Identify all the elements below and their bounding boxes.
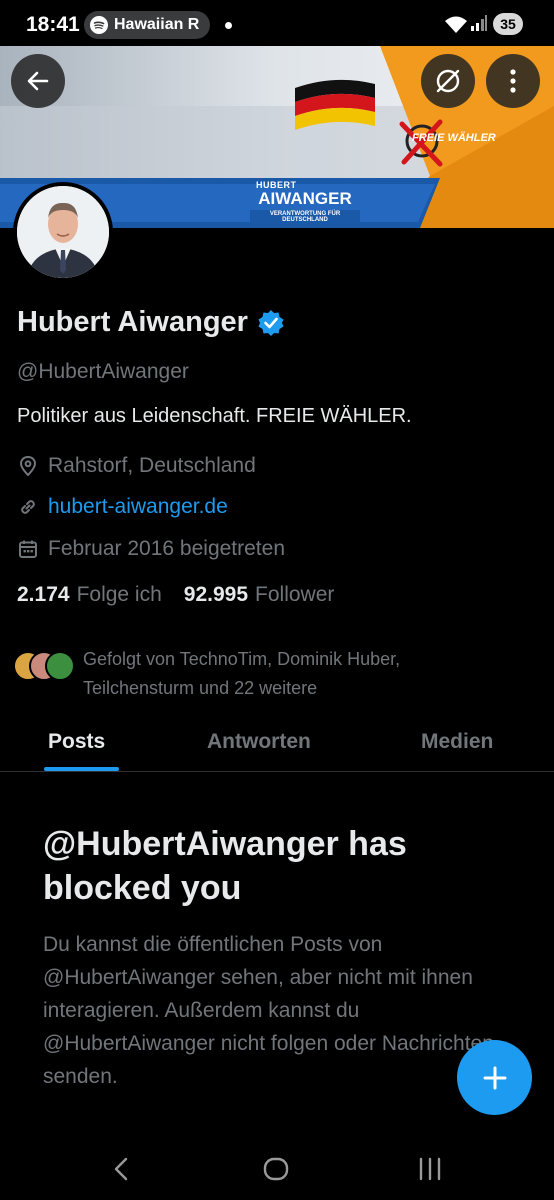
follower-avatar xyxy=(45,651,75,681)
grok-button[interactable] xyxy=(421,54,475,108)
followers-label: Follower xyxy=(255,583,335,606)
battery-indicator: 35 xyxy=(493,13,523,35)
profile-handle: @HubertAiwanger xyxy=(17,360,189,383)
website-link[interactable]: hubert-aiwanger.de xyxy=(48,495,228,519)
banner-party-logo: FREIE WÄHLER xyxy=(412,132,496,144)
status-bar: 18:41 Hawaiian R 35 xyxy=(0,0,554,46)
back-button[interactable] xyxy=(11,54,65,108)
followed-by-line: Gefolgt von TechnoTim, Dominik Huber, xyxy=(83,649,401,669)
profile-tabs: Posts Antworten Medien xyxy=(0,718,554,772)
verified-badge-icon[interactable] xyxy=(257,309,285,337)
following-label: Folge ich xyxy=(76,583,162,606)
calendar-icon xyxy=(19,540,37,558)
nav-recent-apps-icon[interactable] xyxy=(416,1155,444,1183)
signal-icon xyxy=(471,15,487,31)
profile-bio: Politiker aus Leidenschaft. FREIE WÄHLER… xyxy=(17,405,412,427)
location-text: Rahstorf, Deutschland xyxy=(48,454,256,477)
blocked-body: Du kannst die öffentlichen Posts von @Hu… xyxy=(43,933,494,1088)
avatar-photo xyxy=(17,186,109,278)
grok-icon xyxy=(436,69,460,93)
plus-icon xyxy=(483,1066,506,1089)
followed-by-section[interactable]: Gefolgt von TechnoTim, Dominik Huber, Te… xyxy=(13,645,533,703)
banner-tagline: VERANTWORTUNG FÜR DEUTSCHLAND xyxy=(250,210,360,224)
nav-home-icon[interactable] xyxy=(262,1155,290,1183)
profile-avatar[interactable] xyxy=(13,182,113,282)
banner-last-name: AIWANGER xyxy=(258,189,352,208)
media-title: Hawaiian R xyxy=(114,16,200,33)
compose-post-button[interactable] xyxy=(457,1040,532,1115)
blocked-title: @HubertAiwanger has blocked you xyxy=(43,825,407,907)
followed-by-text: Gefolgt von TechnoTim, Dominik Huber, Te… xyxy=(83,645,400,703)
tab-replies[interactable]: Antworten xyxy=(207,730,311,754)
link-icon xyxy=(21,500,35,514)
following-count: 2.174 xyxy=(17,583,70,606)
followed-by-avatars xyxy=(13,645,77,681)
profile-joined-date: Februar 2016 beigetreten xyxy=(17,537,285,561)
followers-stat[interactable]: 92.995 Follower xyxy=(184,583,335,607)
display-name: Hubert Aiwanger xyxy=(17,306,248,338)
followers-count: 92.995 xyxy=(183,583,249,606)
nav-back-icon[interactable] xyxy=(108,1155,136,1183)
system-nav-bar xyxy=(0,1130,554,1200)
spotify-icon xyxy=(90,16,108,34)
tab-media[interactable]: Medien xyxy=(421,730,493,754)
following-stat[interactable]: 2.174 Folge ich xyxy=(17,583,162,607)
profile-location: Rahstorf, Deutschland xyxy=(17,454,256,478)
tab-posts[interactable]: Posts xyxy=(48,730,105,754)
status-time: 18:41 xyxy=(26,13,80,36)
display-name-row: Hubert Aiwanger xyxy=(17,306,285,339)
more-options-button[interactable] xyxy=(486,54,540,108)
follow-stats: 2.174 Folge ich 92.995 Follower xyxy=(17,583,356,607)
joined-text: Februar 2016 beigetreten xyxy=(48,537,285,560)
location-pin-icon xyxy=(19,455,37,477)
followed-by-line: Teilchensturm und 22 weitere xyxy=(83,678,318,698)
wifi-icon xyxy=(445,16,467,33)
media-notification-pill[interactable]: Hawaiian R xyxy=(84,11,210,39)
notification-dot xyxy=(225,22,232,29)
more-vertical-icon xyxy=(510,69,516,93)
active-tab-indicator xyxy=(44,767,119,771)
banner-name-block: HUBERT AIWANGER VERANTWORTUNG FÜR DEUTSC… xyxy=(250,180,360,224)
profile-website[interactable]: hubert-aiwanger.de xyxy=(17,495,228,519)
arrow-left-icon xyxy=(27,71,49,91)
